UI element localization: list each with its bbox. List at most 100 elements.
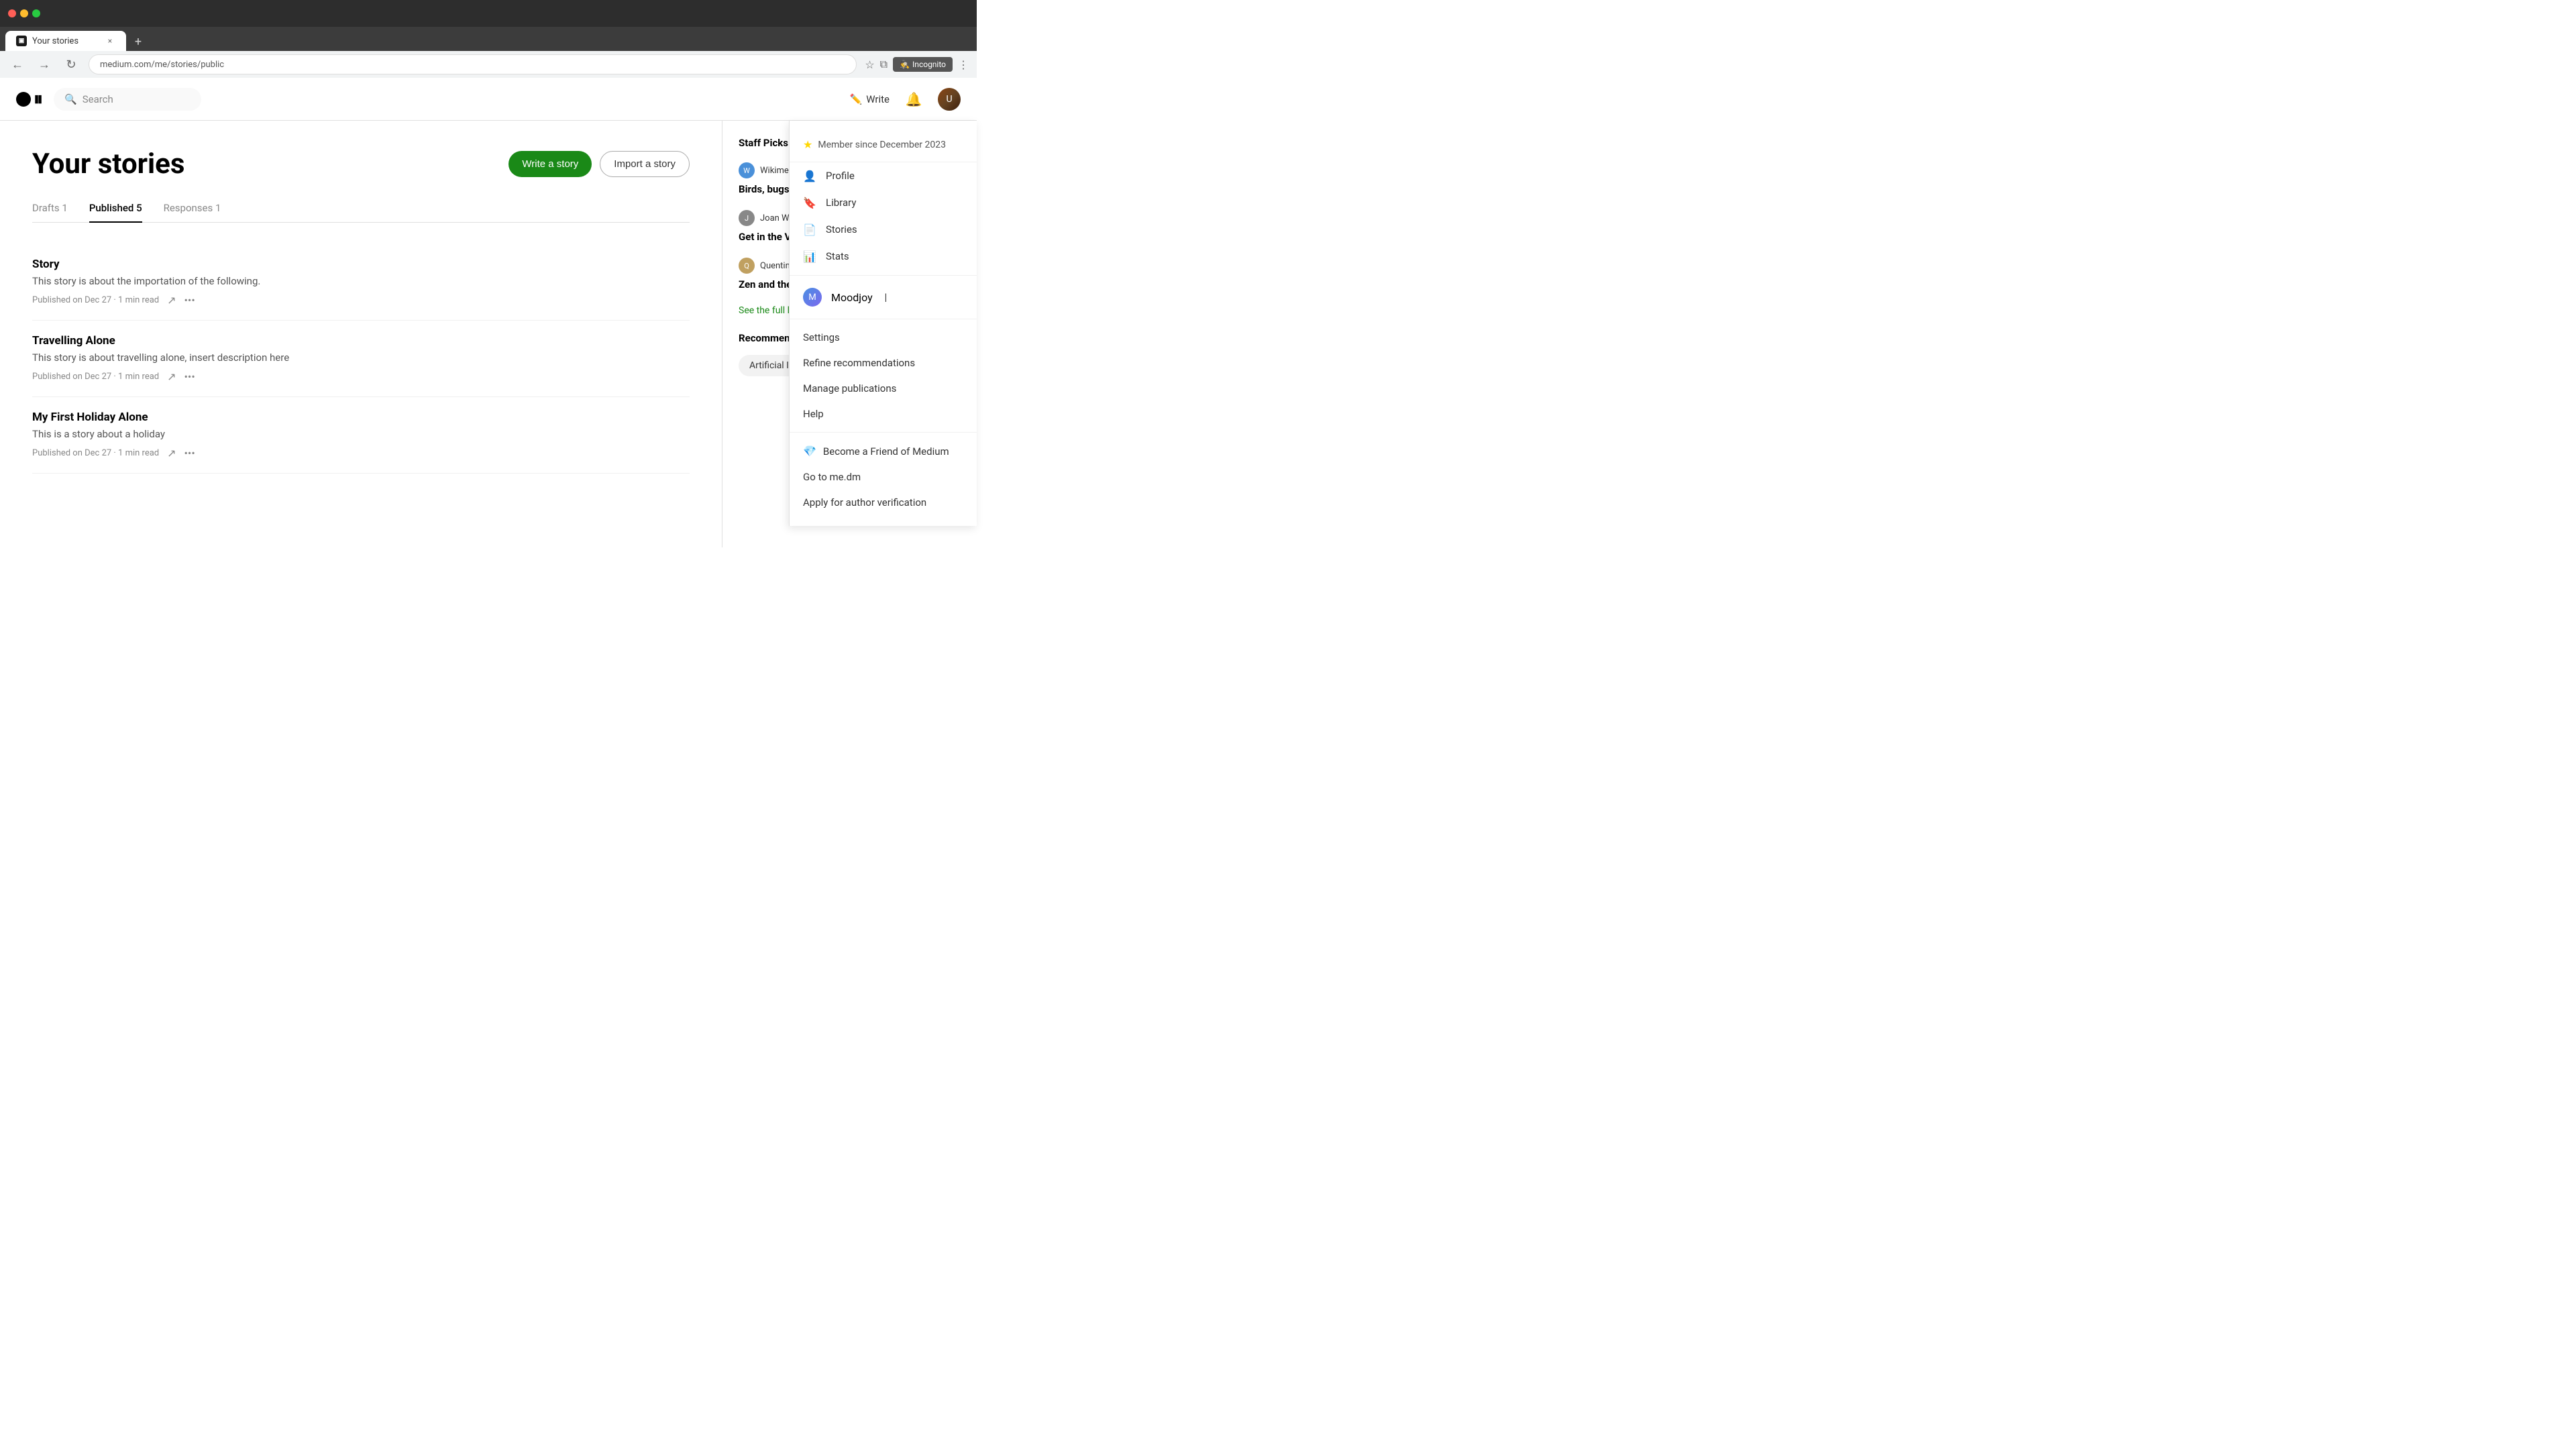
incognito-label: Incognito	[912, 60, 946, 69]
browser-menu-icon[interactable]: ⋮	[958, 58, 969, 71]
forward-button[interactable]: →	[35, 55, 54, 74]
manage-publications-menu-item[interactable]: Manage publications	[790, 376, 977, 401]
new-tab-button[interactable]: +	[129, 32, 148, 51]
medium-logo[interactable]: ⏸	[16, 90, 43, 109]
logo-circle	[16, 92, 31, 107]
write-button[interactable]: ✏️ Write	[850, 93, 890, 105]
tabs-navigation: Drafts 1 Published 5 Responses 1	[32, 202, 690, 223]
share-icon[interactable]: ↗	[167, 370, 176, 383]
minimize-window-button[interactable]	[20, 9, 28, 17]
become-friend-menu-item[interactable]: 💎 Become a Friend of Medium	[790, 438, 977, 464]
tab-favicon: ▣	[16, 36, 27, 46]
story-meta: Published on Dec 27 · 1 min read ↗ •••	[32, 294, 690, 307]
moodjoy-label: Moodjoy	[831, 291, 873, 304]
help-menu-item[interactable]: Help	[790, 401, 977, 427]
share-icon[interactable]: ↗	[167, 294, 176, 307]
back-button[interactable]: ←	[8, 55, 27, 74]
story-date: Published on Dec 27 · 1 min read	[32, 372, 159, 382]
import-story-button[interactable]: Import a story	[600, 151, 690, 177]
header-action-buttons: Write a story Import a story	[508, 151, 690, 177]
search-icon: 🔍	[64, 93, 77, 105]
bookmark-icon[interactable]: ☆	[865, 58, 874, 71]
bell-icon: 🔔	[906, 91, 922, 107]
logo-m: ⏸	[34, 90, 43, 109]
article-icon: 📄	[803, 223, 816, 236]
settings-menu-item[interactable]: Settings	[790, 325, 977, 350]
story-actions: ↗ •••	[167, 447, 195, 460]
incognito-badge: 🕵 Incognito	[893, 57, 953, 72]
story-actions: ↗ •••	[167, 370, 195, 383]
notification-button[interactable]: 🔔	[903, 89, 924, 110]
refresh-button[interactable]: ↻	[62, 55, 80, 74]
tab-published[interactable]: Published 5	[89, 202, 142, 222]
user-avatar[interactable]: U	[938, 88, 961, 111]
url-text: medium.com/me/stories/public	[100, 60, 224, 70]
story-description: This story is about the importation of t…	[32, 275, 690, 287]
member-badge: ★ Member since December 2023	[790, 131, 977, 162]
profile-menu-item[interactable]: 👤 Profile	[790, 162, 977, 189]
profile-label: Profile	[826, 170, 855, 182]
search-placeholder: Search	[83, 93, 113, 105]
refine-menu-item[interactable]: Refine recommendations	[790, 350, 977, 376]
story-description: This story is about travelling alone, in…	[32, 352, 690, 364]
story-item: Travelling Alone This story is about tra…	[32, 321, 690, 397]
story-description: This is a story about a holiday	[32, 428, 690, 440]
medium-header: ⏸ 🔍 Search ✏️ Write 🔔 U	[0, 78, 977, 121]
moodjoy-avatar: M	[803, 288, 822, 307]
story-date: Published on Dec 27 · 1 min read	[32, 295, 159, 305]
close-window-button[interactable]	[8, 9, 16, 17]
tab-responses[interactable]: Responses 1	[164, 202, 221, 222]
active-tab[interactable]: ▣ Your stories ×	[5, 31, 126, 51]
search-bar[interactable]: 🔍 Search	[54, 88, 201, 111]
address-bar-icons: ☆ ⧉ 🕵 Incognito ⋮	[865, 57, 969, 72]
share-icon[interactable]: ↗	[167, 447, 176, 460]
stats-label: Stats	[826, 250, 849, 262]
address-bar: ← → ↻ medium.com/me/stories/public ☆ ⧉ 🕵…	[0, 51, 977, 78]
story-item: Story This story is about the importatio…	[32, 244, 690, 321]
bookmark-icon: 🔖	[803, 196, 816, 209]
more-options-icon[interactable]: •••	[184, 447, 195, 460]
main-content: Your stories Write a story Import a stor…	[0, 121, 722, 547]
tab-title: Your stories	[32, 36, 78, 46]
tab-drafts[interactable]: Drafts 1	[32, 202, 68, 222]
stats-menu-item[interactable]: 📊 Stats	[790, 243, 977, 270]
story-title: Story	[32, 258, 690, 271]
library-label: Library	[826, 197, 856, 209]
maximize-window-button[interactable]	[32, 9, 40, 17]
story-meta: Published on Dec 27 · 1 min read ↗ •••	[32, 370, 690, 383]
more-options-icon[interactable]: •••	[184, 370, 195, 383]
moodjoy-menu-item[interactable]: M Moodjoy |	[790, 281, 977, 313]
edit-icon: ✏️	[850, 93, 863, 105]
tab-close-button[interactable]: ×	[105, 36, 115, 46]
page-title: Your stories	[32, 148, 184, 180]
tab-bar: ▣ Your stories × +	[0, 27, 977, 51]
window-controls	[8, 9, 40, 17]
incognito-icon: 🕵	[900, 60, 910, 69]
menu-divider	[790, 432, 977, 433]
story-meta: Published on Dec 27 · 1 min read ↗ •••	[32, 447, 690, 460]
author-verification-menu-item[interactable]: Apply for author verification	[790, 490, 977, 515]
url-input[interactable]: medium.com/me/stories/public	[89, 54, 857, 74]
go-to-medm-menu-item[interactable]: Go to me.dm	[790, 464, 977, 490]
stories-label: Stories	[826, 223, 857, 235]
more-options-icon[interactable]: •••	[184, 294, 195, 307]
story-date: Published on Dec 27 · 1 min read	[32, 448, 159, 458]
user-dropdown-menu: ★ Member since December 2023 👤 Profile 🔖…	[789, 121, 977, 526]
write-story-button[interactable]: Write a story	[508, 151, 592, 177]
story-title: Travelling Alone	[32, 334, 690, 347]
split-view-icon[interactable]: ⧉	[880, 58, 888, 71]
story-item: My First Holiday Alone This is a story a…	[32, 397, 690, 474]
star-icon: ★	[803, 138, 812, 151]
author-avatar: W	[739, 162, 755, 178]
diamond-icon: 💎	[803, 445, 816, 458]
person-icon: 👤	[803, 169, 816, 182]
menu-divider	[790, 275, 977, 276]
author-avatar: J	[739, 210, 755, 226]
header-right: ✏️ Write 🔔 U	[850, 88, 961, 111]
stories-menu-item[interactable]: 📄 Stories	[790, 216, 977, 243]
browser-title-bar	[0, 0, 977, 27]
member-since-text: Member since December 2023	[818, 140, 946, 150]
story-list: Story This story is about the importatio…	[32, 244, 690, 474]
story-actions: ↗ •••	[167, 294, 195, 307]
library-menu-item[interactable]: 🔖 Library	[790, 189, 977, 216]
